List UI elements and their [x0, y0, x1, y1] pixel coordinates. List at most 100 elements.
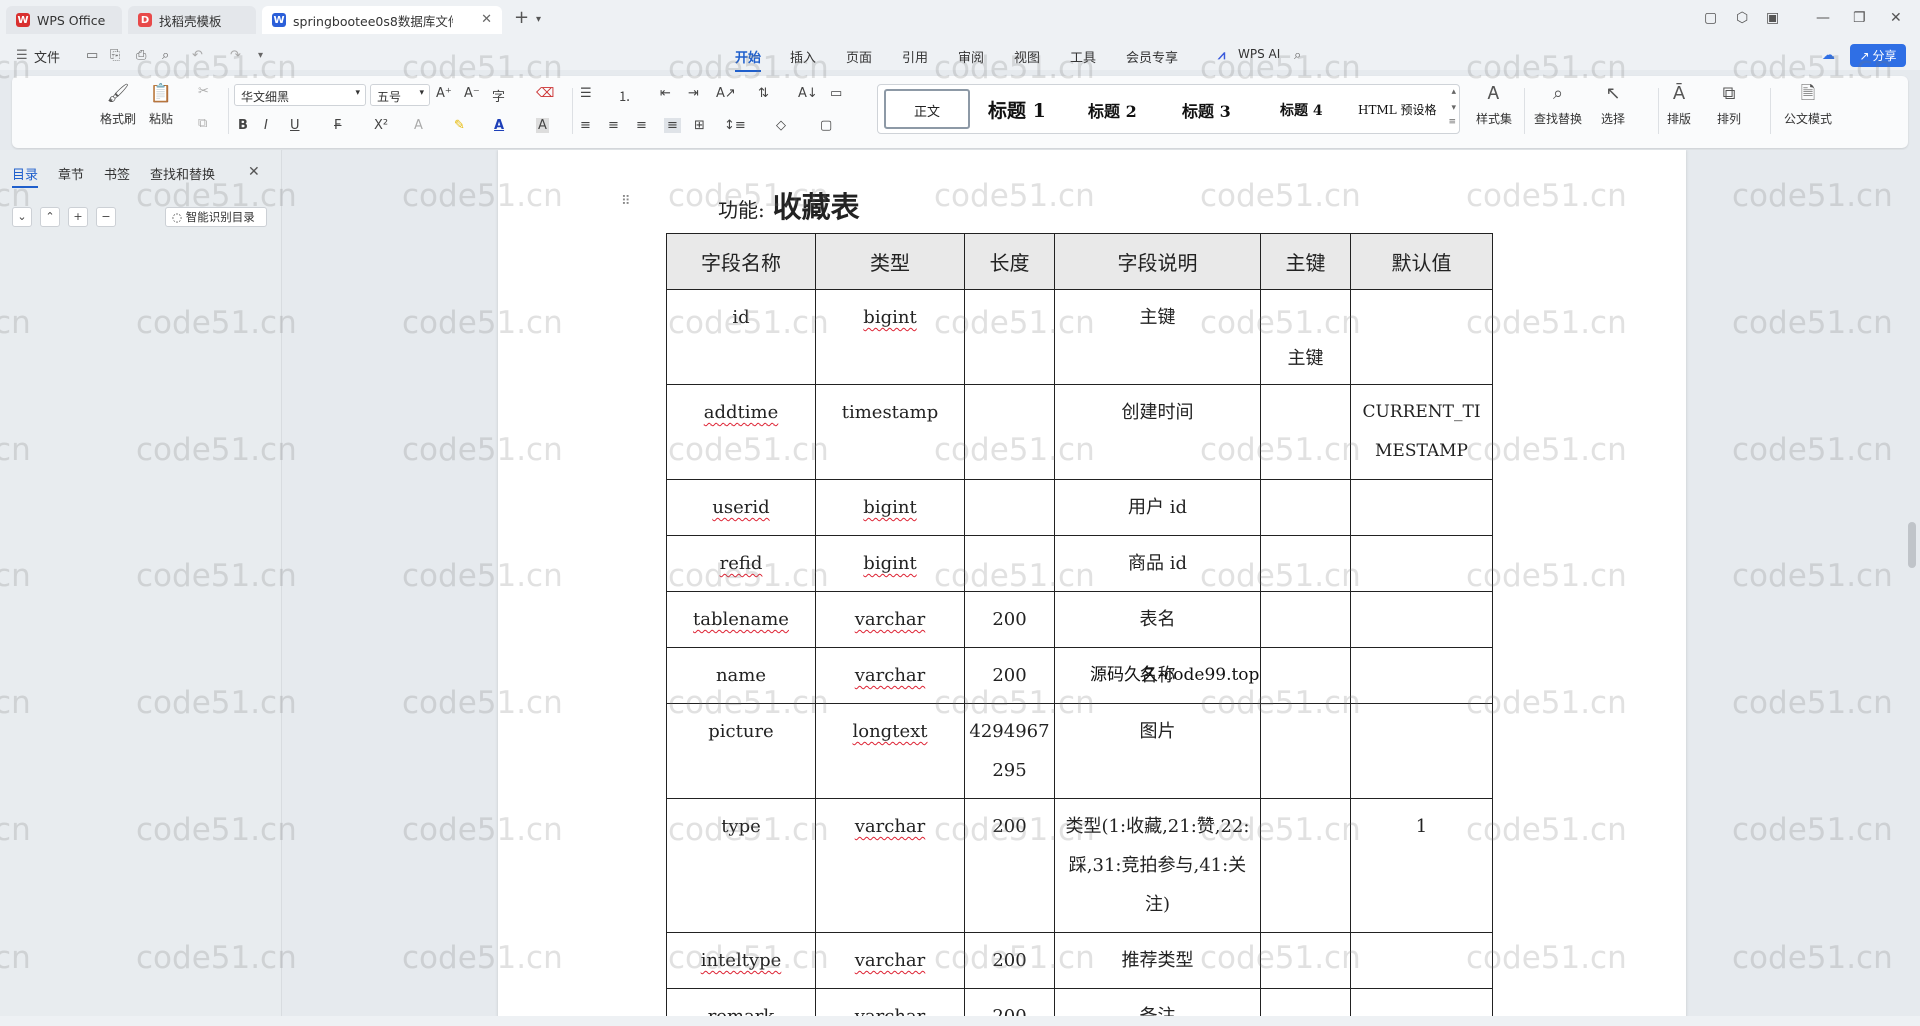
- format-painter-button[interactable]: 🖌 格式刷: [100, 82, 136, 127]
- distributed-align-icon[interactable]: ⊞: [694, 118, 705, 133]
- print-icon[interactable]: ⎙: [136, 48, 146, 63]
- arrange-button[interactable]: ⧉ 排列: [1716, 82, 1742, 127]
- close-tab-icon[interactable]: ✕: [481, 12, 492, 27]
- grow-font-icon[interactable]: A⁺: [436, 86, 452, 101]
- field-name-cell[interactable]: userid: [666, 479, 816, 536]
- field-default-cell[interactable]: [1350, 932, 1493, 989]
- field-length-cell[interactable]: [964, 535, 1055, 592]
- phonetic-icon[interactable]: 字: [492, 86, 505, 105]
- field-length-cell[interactable]: 200: [964, 647, 1055, 704]
- field-pk-cell[interactable]: [1260, 647, 1351, 704]
- tab-home[interactable]: 开始: [735, 47, 762, 72]
- field-length-cell[interactable]: 4294967295: [964, 703, 1055, 799]
- field-name-cell[interactable]: addtime: [666, 384, 816, 480]
- tab-toc[interactable]: 目录: [12, 164, 39, 188]
- chevron-down-icon[interactable]: ▾: [1451, 103, 1456, 113]
- field-name-cell[interactable]: id: [666, 289, 816, 385]
- align-center-icon[interactable]: ≡: [608, 118, 619, 133]
- file-menu[interactable]: 文件: [34, 47, 60, 66]
- wps-ai-button[interactable]: WPS AI: [1238, 47, 1280, 61]
- bullet-list-icon[interactable]: ☰: [580, 86, 592, 101]
- scroll-thumb[interactable]: [1908, 522, 1916, 568]
- tab-tools[interactable]: 工具: [1070, 47, 1096, 66]
- italic-icon[interactable]: I: [264, 118, 268, 133]
- expand-gallery-icon[interactable]: ≡: [1448, 117, 1456, 127]
- field-name-cell[interactable]: inteltype: [666, 932, 816, 989]
- official-mode-button[interactable]: 🗎 公文模式: [1770, 82, 1846, 127]
- field-type-cell[interactable]: varchar: [815, 798, 965, 933]
- search-icon[interactable]: ⌕: [1294, 48, 1301, 63]
- field-type-cell[interactable]: varchar: [815, 988, 965, 1016]
- align-right-icon[interactable]: ≡: [636, 118, 647, 133]
- cut-icon[interactable]: ✂: [198, 84, 209, 99]
- redo-icon[interactable]: ↷: [230, 48, 241, 63]
- field-desc-cell[interactable]: 用户 id: [1054, 479, 1261, 536]
- save-icon[interactable]: ▭: [86, 48, 98, 63]
- field-desc-cell[interactable]: 商品 id: [1054, 535, 1261, 592]
- field-pk-cell[interactable]: [1260, 988, 1351, 1016]
- tab-view[interactable]: 视图: [1014, 47, 1040, 66]
- close-window-icon[interactable]: ✕: [1890, 10, 1902, 26]
- undo-icon[interactable]: ↶: [192, 48, 203, 63]
- window-icon[interactable]: ▢: [1704, 10, 1717, 26]
- style-normal[interactable]: 正文: [884, 89, 970, 129]
- sort-icon[interactable]: ⇅: [758, 86, 769, 101]
- document-page[interactable]: ⠿ 功能: 收藏表 字段名称 类型 长度 字段说明 主键 默认值 id bigi…: [498, 150, 1686, 1016]
- field-pk-cell[interactable]: [1260, 932, 1351, 989]
- field-pk-cell[interactable]: 主键: [1260, 289, 1351, 385]
- underline-icon[interactable]: U: [290, 118, 300, 133]
- field-type-cell[interactable]: bigint: [815, 535, 965, 592]
- tab-wps-office[interactable]: W WPS Office: [6, 6, 122, 34]
- shading-icon[interactable]: ◇: [776, 118, 786, 133]
- field-name-cell[interactable]: type: [666, 798, 816, 933]
- add-level-button[interactable]: +: [68, 207, 88, 227]
- hamburger-icon[interactable]: ☰: [16, 48, 28, 63]
- field-desc-cell[interactable]: 创建时间: [1054, 384, 1261, 480]
- decrease-indent-icon[interactable]: ⇤: [660, 86, 671, 101]
- find-replace-button[interactable]: ⌕ 查找替换: [1534, 82, 1582, 127]
- field-pk-cell[interactable]: [1260, 384, 1351, 480]
- field-name-cell[interactable]: name: [666, 647, 816, 704]
- tab-page[interactable]: 页面: [846, 47, 872, 66]
- field-pk-cell[interactable]: [1260, 703, 1351, 799]
- text-effect-icon[interactable]: A: [414, 118, 423, 133]
- wps-ai-icon[interactable]: ⩘: [1218, 48, 1225, 63]
- style-set-button[interactable]: Ꭺ 样式集: [1476, 82, 1512, 127]
- close-pane-icon[interactable]: ✕: [248, 164, 260, 180]
- show-marks-icon[interactable]: ▭: [830, 86, 842, 101]
- field-name-cell[interactable]: picture: [666, 703, 816, 799]
- field-pk-cell[interactable]: [1260, 535, 1351, 592]
- superscript-icon[interactable]: X²: [374, 118, 388, 133]
- chevron-up-icon[interactable]: ▴: [1451, 87, 1456, 97]
- field-default-cell[interactable]: CURRENT_TIMESTAMP: [1350, 384, 1493, 480]
- expand-up-button[interactable]: ⌃: [40, 207, 60, 227]
- field-default-cell[interactable]: [1350, 703, 1493, 799]
- field-length-cell[interactable]: 200: [964, 932, 1055, 989]
- minimize-icon[interactable]: —: [1816, 10, 1830, 26]
- field-type-cell[interactable]: bigint: [815, 289, 965, 385]
- quick-access-more-icon[interactable]: ▾: [258, 50, 263, 61]
- restore-icon[interactable]: ❐: [1853, 10, 1866, 26]
- border-icon[interactable]: ▢: [820, 118, 832, 133]
- field-length-cell[interactable]: [964, 384, 1055, 480]
- style-heading-1[interactable]: 标题 1: [988, 96, 1046, 123]
- field-type-cell[interactable]: longtext: [815, 703, 965, 799]
- tab-member[interactable]: 会员专享: [1126, 47, 1178, 66]
- shrink-font-icon[interactable]: A⁻: [464, 86, 480, 101]
- bold-icon[interactable]: B: [238, 118, 248, 133]
- field-pk-cell[interactable]: [1260, 479, 1351, 536]
- field-type-cell[interactable]: bigint: [815, 479, 965, 536]
- avatar[interactable]: ▣: [1766, 10, 1779, 26]
- field-length-cell[interactable]: [964, 289, 1055, 385]
- tab-bookmarks[interactable]: 书签: [104, 164, 130, 183]
- text-direction-icon[interactable]: A↗: [716, 86, 736, 101]
- font-size-select[interactable]: 五号 ▾: [370, 84, 430, 106]
- smart-toc-button[interactable]: ◌ 智能识别目录: [165, 207, 267, 227]
- paste-button[interactable]: 📋 粘贴: [148, 82, 174, 127]
- field-type-cell[interactable]: varchar: [815, 647, 965, 704]
- increase-indent-icon[interactable]: ⇥: [688, 86, 699, 101]
- highlight-icon[interactable]: ✎: [454, 118, 465, 133]
- field-type-cell[interactable]: timestamp: [815, 384, 965, 480]
- field-name-cell[interactable]: refid: [666, 535, 816, 592]
- tab-review[interactable]: 审阅: [958, 47, 984, 66]
